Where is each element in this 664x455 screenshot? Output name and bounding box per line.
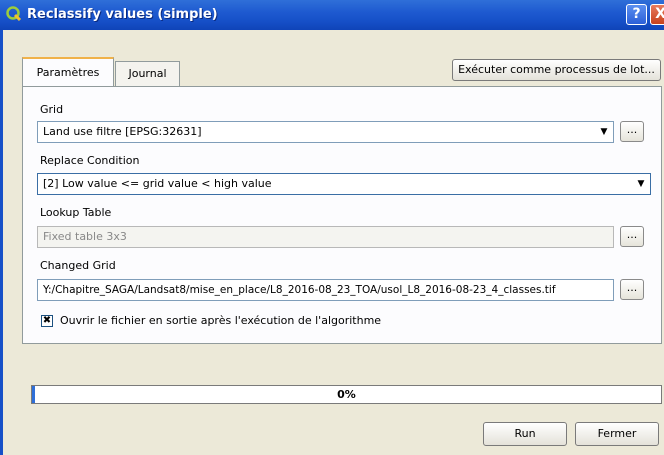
open-output-checkbox[interactable]: ✖ (41, 315, 53, 327)
title-bar: Reclassify values (simple) ? X (0, 0, 664, 30)
chevron-down-icon[interactable]: ▼ (596, 123, 612, 141)
run-button[interactable]: Run (483, 422, 567, 446)
grid-select-value: Land use filtre [EPSG:32631] (43, 125, 202, 138)
grid-select[interactable]: Land use filtre [EPSG:32631] ▼ (37, 121, 614, 143)
grid-browse-button[interactable]: ... (620, 121, 644, 142)
changed-grid-browse-button[interactable]: ... (620, 279, 644, 300)
open-output-label: Ouvrir le fichier en sortie après l'exéc… (60, 314, 382, 327)
window-title: Reclassify values (simple) (27, 7, 218, 22)
close-button[interactable]: Fermer (575, 422, 659, 446)
help-button[interactable]: ? (626, 4, 647, 25)
progress-bar: 0% (31, 385, 662, 404)
progress-text: 0% (337, 388, 356, 401)
chevron-down-icon[interactable]: ▼ (633, 175, 649, 193)
tab-parametres[interactable]: Paramètres (22, 57, 114, 86)
lookup-table-browse-button[interactable]: ... (620, 226, 644, 247)
replace-condition-label: Replace Condition (40, 154, 140, 167)
close-window-button[interactable]: X (650, 4, 664, 25)
lookup-table-field: Fixed table 3x3 (37, 226, 614, 248)
changed-grid-input[interactable]: Y:/Chapitre_SAGA/Landsat8/mise_en_place/… (37, 279, 614, 301)
replace-condition-select[interactable]: [2] Low value <= grid value < high value… (37, 173, 651, 195)
window-frame (0, 30, 3, 455)
tab-journal[interactable]: Journal (115, 61, 180, 86)
replace-condition-value: [2] Low value <= grid value < high value (43, 177, 272, 190)
qgis-logo-icon (6, 6, 22, 22)
changed-grid-label: Changed Grid (40, 259, 116, 272)
batch-process-button[interactable]: Exécuter comme processus de lot... (452, 59, 661, 81)
grid-label: Grid (40, 103, 64, 116)
lookup-table-label: Lookup Table (40, 206, 112, 219)
